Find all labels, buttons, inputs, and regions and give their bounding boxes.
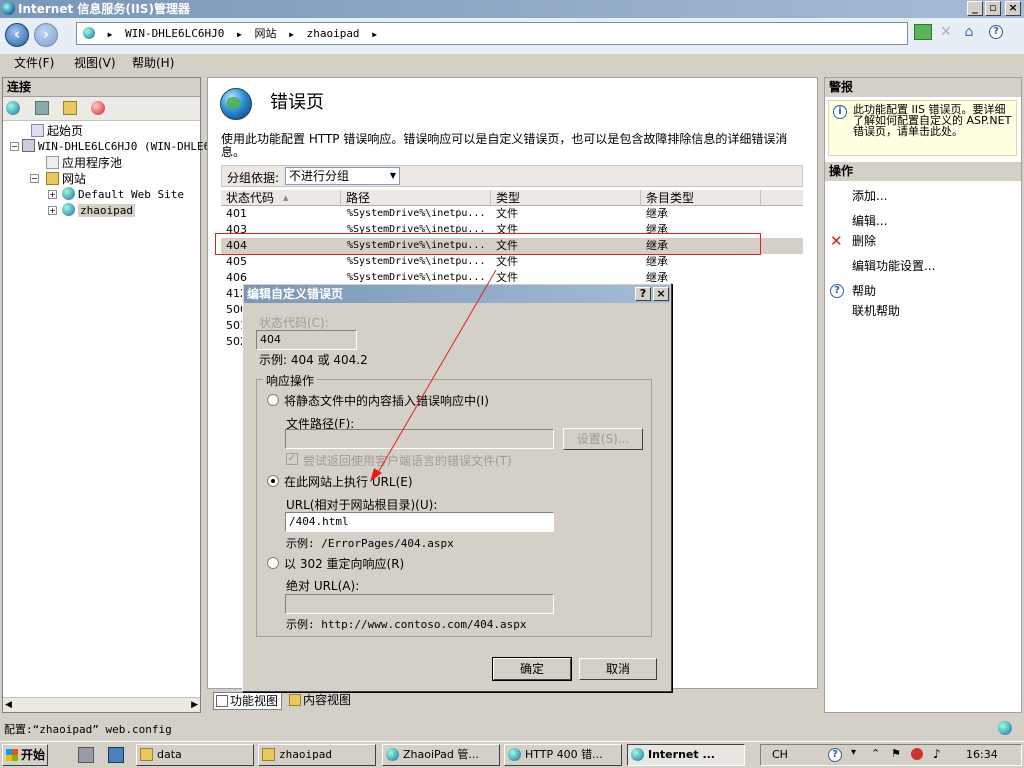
annotation-arrow xyxy=(370,269,497,482)
